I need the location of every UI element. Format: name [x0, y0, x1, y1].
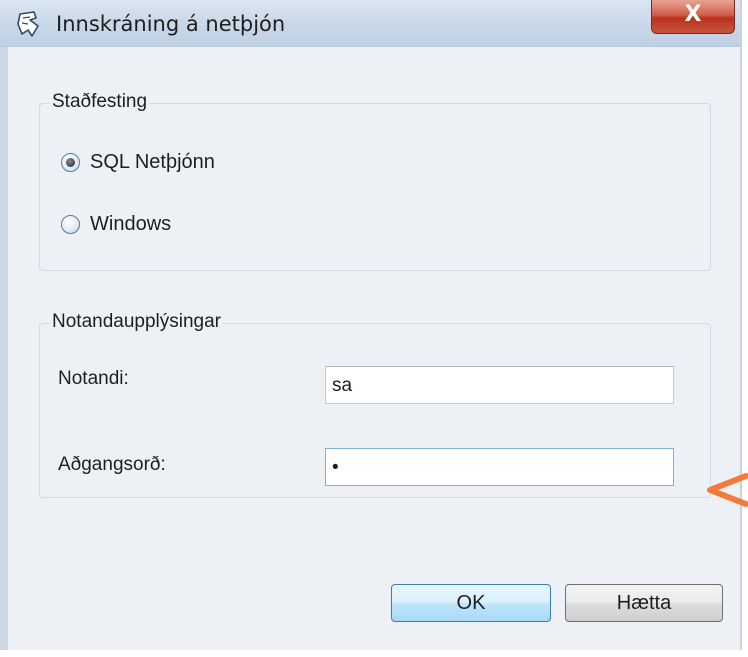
radio-sql-server[interactable]: SQL Netþjónn — [61, 151, 215, 174]
radio-sql-server-label: SQL Netþjónn — [90, 151, 215, 173]
ok-button[interactable]: OK — [391, 584, 551, 622]
close-icon: X — [684, 2, 702, 27]
radio-windows-label: Windows — [90, 213, 172, 235]
username-input[interactable]: sa — [325, 366, 674, 404]
password-label: Aðgangsorð: — [58, 454, 166, 475]
close-button[interactable]: X — [651, 0, 735, 34]
username-label: Notandi: — [58, 368, 129, 389]
cancel-button[interactable]: Hætta — [565, 584, 723, 622]
authentication-group: Staðfesting SQL Netþjónn Windows — [39, 91, 711, 271]
authentication-legend: Staðfesting — [50, 91, 150, 113]
user-info-legend: Notandaupplýsingar — [50, 311, 224, 333]
annotation-arrow-icon — [707, 473, 748, 507]
login-dialog: Innskráning á netþjón X Staðfesting SQL … — [0, 0, 742, 650]
user-info-group: Notandaupplýsingar Notandi: sa Aðgangsor… — [39, 311, 711, 498]
radio-sql-server-icon[interactable] — [61, 153, 80, 172]
app-logo-icon — [17, 11, 39, 37]
dialog-body: Staðfesting SQL Netþjónn Windows Notanda… — [8, 47, 740, 650]
window-title: Innskráning á netþjón — [56, 12, 286, 36]
radio-windows[interactable]: Windows — [61, 213, 171, 236]
password-input[interactable]: • — [325, 448, 674, 486]
radio-windows-icon[interactable] — [61, 215, 80, 234]
title-bar[interactable]: Innskráning á netþjón X — [0, 0, 740, 47]
